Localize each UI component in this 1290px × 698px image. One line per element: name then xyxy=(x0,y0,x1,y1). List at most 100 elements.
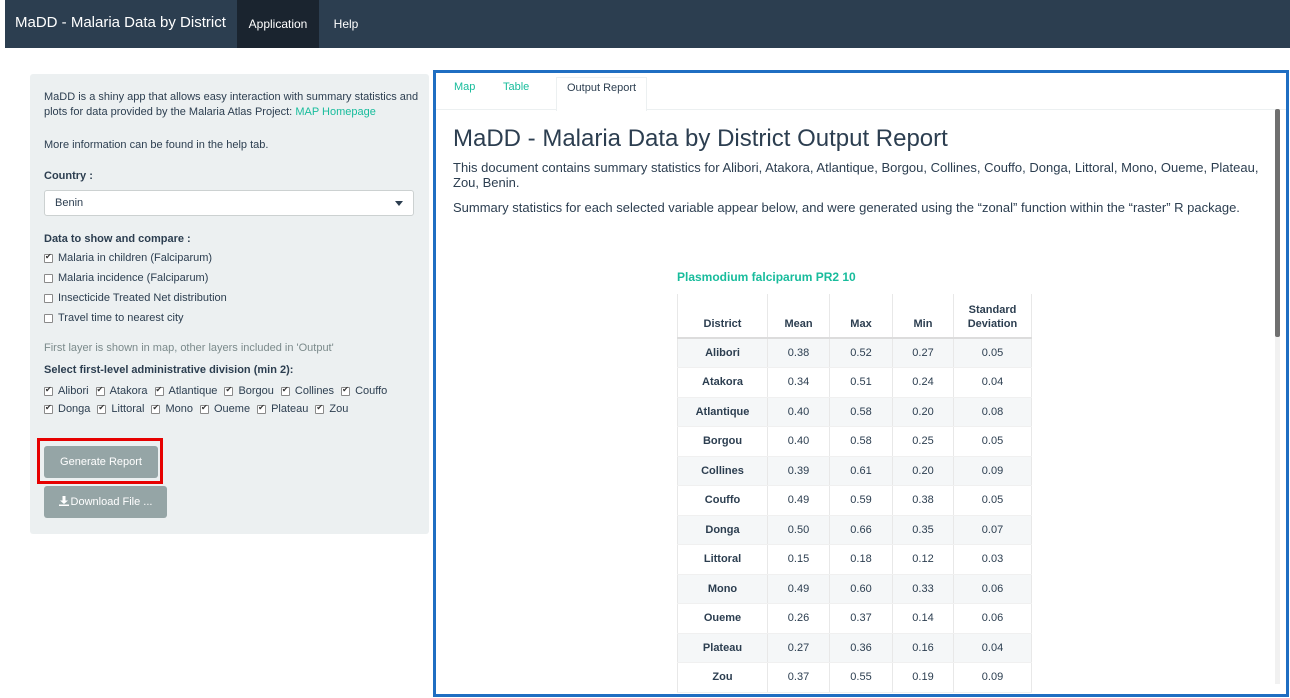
table-cell: 0.25 xyxy=(892,426,954,457)
data-option-label: Malaria in children (Falciparum) xyxy=(58,252,213,264)
table-cell: 0.58 xyxy=(829,397,893,427)
admin-options: Alibori Atakora Atlantique Borgou Collin… xyxy=(44,384,420,416)
chevron-down-icon xyxy=(395,201,403,206)
admin-option-label: Alibori xyxy=(58,385,89,397)
admin-option-collines[interactable]: Collines xyxy=(280,384,334,398)
tab-table[interactable]: Table xyxy=(503,81,529,93)
table-cell: 0.04 xyxy=(953,367,1032,398)
table-cell: 0.14 xyxy=(892,603,954,634)
table-cell: 0.50 xyxy=(767,515,830,545)
table-row: Oueme 0.26 0.37 0.14 0.06 xyxy=(677,603,1032,634)
table-cell: Mono xyxy=(677,574,768,604)
intro-text: MaDD is a shiny app that allows easy int… xyxy=(44,90,420,120)
table-cell: 0.27 xyxy=(767,633,830,663)
checkbox-checked-icon[interactable] xyxy=(315,403,325,414)
report-title: MaDD - Malaria Data by District Output R… xyxy=(453,125,948,152)
checkbox-checked-icon[interactable] xyxy=(97,403,107,414)
table-cell: 0.49 xyxy=(767,574,830,604)
download-icon xyxy=(58,496,69,506)
table-cell: 0.39 xyxy=(767,456,830,486)
checkbox-checked-icon[interactable] xyxy=(199,403,209,414)
map-homepage-link[interactable]: MAP Homepage xyxy=(295,106,376,118)
data-option-malaria-children[interactable]: Malaria in children (Falciparum) xyxy=(44,251,212,265)
table-cell: 0.09 xyxy=(953,662,1032,693)
admin-option-oueme[interactable]: Oueme xyxy=(199,402,251,416)
table-row: Donga 0.50 0.66 0.35 0.07 xyxy=(677,515,1032,545)
admin-option-label: Oueme xyxy=(213,403,251,415)
nav-tab-help[interactable]: Help xyxy=(323,0,369,48)
table-cell: 0.04 xyxy=(953,633,1032,663)
checkbox-checked-icon[interactable] xyxy=(280,385,290,396)
table-cell: 0.55 xyxy=(829,662,893,693)
data-option-itn-distribution[interactable]: Insecticide Treated Net distribution xyxy=(44,291,227,305)
admin-option-atakora[interactable]: Atakora xyxy=(95,384,148,398)
admin-option-plateau[interactable]: Plateau xyxy=(257,402,308,416)
checkbox-unchecked-icon[interactable] xyxy=(44,293,53,303)
checkbox-checked-icon[interactable] xyxy=(95,385,105,396)
admin-option-borgou[interactable]: Borgou xyxy=(224,384,274,398)
table-row: Atlantique 0.40 0.58 0.20 0.08 xyxy=(677,397,1032,427)
checkbox-checked-icon[interactable] xyxy=(44,385,53,396)
admin-option-atlantique[interactable]: Atlantique xyxy=(154,384,218,398)
checkbox-checked-icon[interactable] xyxy=(341,385,351,396)
tab-output-report[interactable]: Output Report xyxy=(556,77,648,111)
table-cell: 0.12 xyxy=(892,544,954,575)
col-header-district: District xyxy=(677,294,768,339)
table-row: Couffo 0.49 0.59 0.38 0.05 xyxy=(677,485,1032,516)
table-cell: 0.09 xyxy=(953,456,1032,486)
data-option-travel-time[interactable]: Travel time to nearest city xyxy=(44,311,184,325)
checkbox-unchecked-icon[interactable] xyxy=(44,273,53,283)
admin-option-alibori[interactable]: Alibori xyxy=(44,384,89,398)
table-row: Zou 0.37 0.55 0.19 0.09 xyxy=(677,662,1032,693)
table-cell: 0.16 xyxy=(892,633,954,663)
checkbox-unchecked-icon[interactable] xyxy=(44,313,53,323)
admin-option-zou[interactable]: Zou xyxy=(315,402,348,416)
country-value: Benin xyxy=(55,197,84,209)
table-row: Borgou 0.40 0.58 0.25 0.05 xyxy=(677,426,1032,457)
checkbox-checked-icon[interactable] xyxy=(151,403,161,414)
table-row: Littoral 0.15 0.18 0.12 0.03 xyxy=(677,544,1032,575)
table-cell: 0.35 xyxy=(892,515,954,545)
table-cell: 0.59 xyxy=(829,485,893,516)
country-label: Country : xyxy=(44,170,93,182)
checkbox-checked-icon[interactable] xyxy=(154,385,164,396)
checkbox-checked-icon[interactable] xyxy=(224,385,234,396)
report-paragraph-method: Summary statistics for each selected var… xyxy=(453,200,1240,215)
data-option-label: Malaria incidence (Falciparum) xyxy=(58,272,209,284)
table-cell: 0.24 xyxy=(892,367,954,398)
app-brand[interactable]: MaDD - Malaria Data by District xyxy=(15,14,226,31)
table-cell: 0.66 xyxy=(829,515,893,545)
checkbox-checked-icon[interactable] xyxy=(44,252,53,263)
table-cell: 0.37 xyxy=(829,603,893,634)
table-cell: 0.05 xyxy=(953,338,1032,368)
table-cell: 0.18 xyxy=(829,544,893,575)
col-header-mean: Mean xyxy=(767,294,830,339)
admin-option-label: Atakora xyxy=(109,385,148,397)
table-cell: 0.61 xyxy=(829,456,893,486)
table-cell: 0.08 xyxy=(953,397,1032,427)
download-file-button[interactable]: Download File ... xyxy=(44,486,167,518)
admin-option-donga[interactable]: Donga xyxy=(44,402,90,416)
admin-option-label: Atlantique xyxy=(168,385,218,397)
table-cell: 0.20 xyxy=(892,456,954,486)
table-cell: 0.37 xyxy=(767,662,830,693)
checkbox-checked-icon[interactable] xyxy=(257,403,267,414)
scrollbar-thumb[interactable] xyxy=(1275,109,1280,337)
data-option-label: Travel time to nearest city xyxy=(58,312,184,324)
tab-map[interactable]: Map xyxy=(454,81,475,93)
table-cell: 0.49 xyxy=(767,485,830,516)
admin-option-label: Littoral xyxy=(111,403,145,415)
admin-option-couffo[interactable]: Couffo xyxy=(341,384,387,398)
table-cell: 0.05 xyxy=(953,426,1032,457)
admin-option-mono[interactable]: Mono xyxy=(151,402,193,416)
country-select[interactable]: Benin xyxy=(44,190,414,216)
checkbox-checked-icon[interactable] xyxy=(44,403,53,414)
admin-option-littoral[interactable]: Littoral xyxy=(97,402,144,416)
layer-note: First layer is shown in map, other layer… xyxy=(44,342,334,354)
data-option-malaria-incidence[interactable]: Malaria incidence (Falciparum) xyxy=(44,271,208,285)
table-cell: 0.26 xyxy=(767,603,830,634)
admin-option-label: Donga xyxy=(58,403,91,415)
generate-report-highlight xyxy=(37,438,163,484)
nav-tab-application[interactable]: Application xyxy=(237,0,319,48)
admin-label: Select first-level administrative divisi… xyxy=(44,364,294,376)
